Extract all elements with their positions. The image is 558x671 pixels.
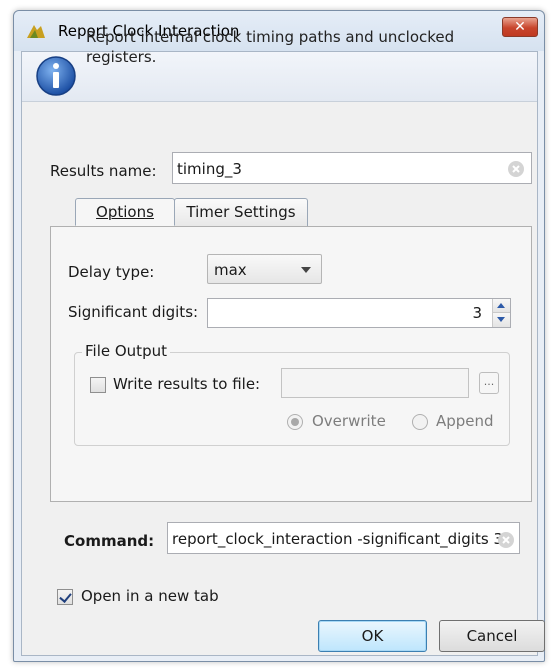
- open-new-tab-checkbox[interactable]: [57, 589, 73, 605]
- results-name-value: timing_3: [177, 160, 242, 178]
- command-label: Command:: [64, 532, 155, 550]
- cancel-button[interactable]: Cancel: [439, 620, 545, 652]
- spin-down-icon[interactable]: [493, 313, 510, 327]
- results-name-input[interactable]: timing_3: [172, 152, 532, 184]
- significant-digits-label: Significant digits:: [68, 303, 199, 321]
- significant-digits-value: 3: [472, 304, 482, 322]
- clear-icon[interactable]: [496, 530, 516, 550]
- write-results-checkbox[interactable]: [90, 377, 106, 393]
- append-radio[interactable]: [412, 414, 428, 430]
- file-path-input[interactable]: [281, 368, 469, 398]
- overwrite-radio[interactable]: [287, 414, 303, 430]
- delay-type-select[interactable]: max: [207, 254, 322, 284]
- significant-digits-input[interactable]: 3: [207, 298, 511, 328]
- delay-type-label: Delay type:: [68, 263, 155, 281]
- open-new-tab-label: Open in a new tab: [81, 587, 219, 605]
- chevron-down-icon: [301, 267, 311, 273]
- tab-options-label: Options: [96, 203, 154, 221]
- append-label: Append: [436, 412, 494, 430]
- tab-timer-settings[interactable]: Timer Settings: [174, 198, 308, 226]
- spin-up-icon[interactable]: [493, 299, 510, 313]
- dialog-overlay: Report internal clock timing paths and u…: [0, 0, 558, 671]
- command-input[interactable]: report_clock_interaction -significant_di…: [167, 522, 520, 554]
- header-description: Report internal clock timing paths and u…: [86, 28, 455, 66]
- results-name-label: Results name:: [50, 162, 157, 180]
- significant-digits-spinner[interactable]: [492, 299, 510, 327]
- clear-icon[interactable]: [506, 159, 526, 179]
- write-results-label: Write results to file:: [113, 375, 261, 393]
- file-output-group-label: File Output: [82, 342, 170, 360]
- file-output-group: [74, 352, 510, 446]
- browse-button[interactable]: ...: [479, 372, 499, 394]
- command-value: report_clock_interaction -significant_di…: [172, 530, 503, 548]
- ok-button[interactable]: OK: [318, 620, 427, 652]
- overwrite-label: Overwrite: [312, 412, 386, 430]
- delay-type-value: max: [214, 261, 247, 279]
- tab-options[interactable]: Options: [75, 198, 175, 226]
- tab-timer-settings-label: Timer Settings: [186, 203, 296, 221]
